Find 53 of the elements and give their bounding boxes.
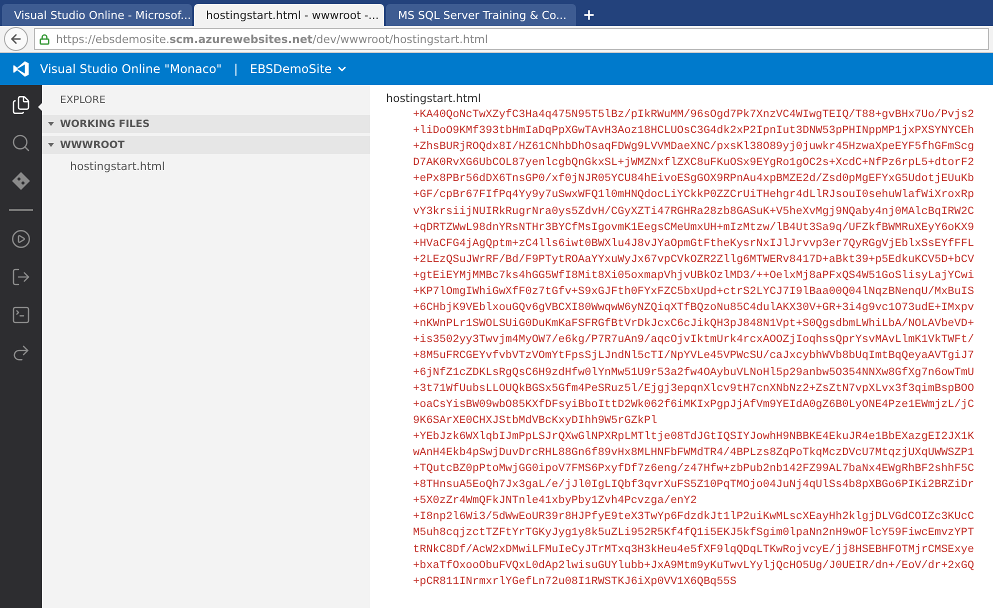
code-line: +3t71WfUubsLLOUQkBGSx5Gfm4PeSRuz5l/Ejgj3epqnXlcv9tH7cnXNbNz2+ZsZtN7vpXLvx3f3qimBspBOO	[413, 382, 976, 397]
sidebar-title: EXPLORE	[59, 95, 107, 108]
terminal-icon[interactable]	[11, 305, 31, 325]
address-field[interactable]: https://ebsdemosite.scm.azurewebsites.net/dev/wwwroot/hostingstart.html	[34, 28, 989, 50]
code-line: +gtEiEYMjMMBc7ks4hGG5WfI8Mit8Xi05oxmapVhjvUBkOzlMD3/++OelxMj8aPFxQS4W51GoSlisyLajYCwi	[413, 268, 976, 284]
code-line: tRNkC8Df/AcW2xDMwiLFMuIeCyJTrMTxq3H3kHeu4e5fXF9lqQDqLTKwRojvcyE/jj8HSEBHFOTMjrCMSExye	[413, 542, 976, 558]
plus-icon	[582, 8, 596, 22]
redo-icon[interactable]	[11, 343, 31, 363]
editor-title: hostingstart.html	[385, 91, 482, 107]
code-line: +YEbJzk6WXlqbIJmPpLSJrQXwGlNPXRpLMTltje08TdJGtIQSIYJowhH9NBBKE4EkuJR4e1BbEXazgEI2JX1K	[413, 430, 976, 445]
code-line: +TQutcBZ0pPtoMwjGG0ipoV7FMS6PxyfDf7z6eng/z47Hfw+zbPub2nb142FZ99AL7baNx4EWgRhBF2shhF5C	[413, 462, 976, 478]
code-line: vY3krsiijNUIRkRugrNra0ys5ZdvH/CGyXZTi47RGHRa28zb8GASuK+V5heXvMgj9NQaby4nj0MAlcBqIRW2C	[413, 204, 976, 220]
code-line: +qDRTZWwL98dnYRsNTHr3BYCfMsIgovmK1EegsCMeUmxUH+mIzMtzw/lB4Ut3Sa9q/UFZkfBWMRuXEyY6oKX9	[413, 220, 976, 236]
code-line: +GF/cpBr67FIfPq4Yy9y7uSwxWFQ1l0mHNQdocLiYCkkP0ZZCrUiTHehgr4dLlRJsouI0sehuWlafWiXroxRp	[413, 188, 976, 204]
code-line: +ePx8PBr56dDX6TnsGP0/xf0jNJR05YCU84hEivoESgGOX9RPnAu4xpBMZE2d/Zsd0pMgEFYxG5UdotjEUuKb	[413, 172, 976, 188]
code-line: wAnH4Ekb4pSwjDuvDrcRHL88Gn6f89vHx8MLHNFbFWMdTR4/4BPLzs8ZqPoTkqMczDVcU7MtqzjUXqUWWSZP1	[413, 446, 976, 461]
header-separator: |	[234, 62, 238, 76]
code-line: +oaCsYisBW09wbO85KXfDFsyiBboIttD2Wk062f6iMKIxPgpJjAfVm9YEIdA0gZ6B0LyONE4Pze1EWmjzL/jC	[413, 398, 976, 413]
browser-tab[interactable]: hostingstart.html - wwwroot -...	[194, 4, 384, 26]
browser-tab[interactable]: Visual Studio Online - Microsof...	[2, 4, 192, 26]
code-line: +6jNfZ1cZDKLsRgQsC6H9zdHfw0lYnMw51U9r53a2fw4OAybuVLNoHl5p29anbw5O354NNXw8GfXg7n6owTmU	[413, 366, 976, 380]
code-line: +6CHbjK9VEblxouGQv6gVBCXI80WwqwW6yNZQiqXTfBQzoNu85C4dulAKX30V+GR+3i4g9vc1O73udE+IMxpv	[413, 301, 976, 316]
browser-tab[interactable]: MS SQL Server Training & Co...	[386, 4, 576, 26]
section-header[interactable]: WORKING FILES	[42, 115, 370, 133]
play-circle-icon[interactable]	[11, 229, 31, 249]
code-line: +8THnsuA5EoQh7Jx3gaL/e/jJl0IgLIQbf3qvrXuFS5Z10PqTMOjo04JuNj4qUlSs4b8pXBGo6PIKi2BRZiDr	[413, 478, 976, 494]
code-line: +ZhsBURjROQdx8I/HZ61CNhbDhOsaqFDWg9LVVMDaeXNC/pxsKl38O89yj0juwkr45HzwaXpeEYF5fhGFmScg	[413, 140, 976, 156]
code-line: +KA40QoNcTwXZyfC3Ha4q475N95T5lBz/pIkRWuMM/96sOgd7Pk7XnzVC4WIwgTEIQ/T88+gvBHx7Uo/Pvjs2	[413, 108, 976, 123]
search-icon[interactable]	[11, 133, 31, 153]
url-text: https://ebsdemosite.scm.azurewebsites.net/dev/wwwroot/hostingstart.html	[56, 32, 488, 46]
code-line: +KP7lOmgIWhiGwXfF0z7tGfv+S9xGJFth0FYxFZC5bxUpd+ctrS2LYCJ7I9lBaa00Q04lNqzBNenqU/MxBuIS	[413, 285, 976, 300]
lock-icon	[39, 34, 50, 44]
code-line: +8M5uFRCGEYvfvbVTzVOmYtFpsSjLJndNl5cTI/NpYVLe45VPWcSU/caJxcybhWVb8bUqImtBqQeyaAVTgiJ7	[413, 349, 976, 364]
files-icon[interactable]	[11, 95, 31, 115]
code-line: M5uh8cqjzctTZFtYrTGKyJyg1y8k5uZLi952R5Kf4fQ1i5EKJ5kfSgim0lpaNn2nH9wOFlcY59FiwcEmvzYPT	[413, 526, 976, 542]
section-header[interactable]: WWWROOT	[42, 136, 370, 154]
code-line: +2LEzQSuJWrRF/Bd/F9PTytROAaYYxuWyJx67vpCVkOZR2Zllg6MTWERv8417D+aBkt39+p5EdkuKCV5D+bCV	[413, 252, 976, 268]
site-menu[interactable]: EBSDemoSite	[250, 62, 332, 76]
back-button[interactable]	[4, 27, 28, 51]
code-line: +liDoO9KMf393tbHmIaDqPpXGwTAvH3Aoz18HCLUOsC3G4dk2xP2IpnIut3DNW53pPHINppMP1jxPXSYNYCEh	[413, 124, 976, 140]
code-line: +5X0zZr4WmQFkJNTnle41xbyPby1Zvh4Pcvzga/enY2	[413, 494, 698, 510]
app-title: Visual Studio Online "Monaco"	[40, 62, 222, 76]
code-line: +nKWnPLr1SWOLSUiG0DuKmKaFSFRGfBtVrDkJcxC6cJikQH3pJ848N1Vpt+S0QgsdbmLWhiLbA/NOLAVbeVD+	[413, 317, 976, 332]
file-item[interactable]: hostingstart.html	[42, 154, 370, 173]
code-line: D7AK0RvXG6UbCOL87yenlcgbQnGkxSL+jWMZNxflZXC8uFKuOSx9EYgRo1gOC2s+XcdC+NfPz6rpL5+dtorF2	[413, 156, 976, 172]
code-line: +HVaCFG4jAgQptm+zC4lls6iwt0BWXlu4J8vJYaOpmGtFtheKysrNxIJlJrvvp3er7QyRGgVjEblxSsEYfFFL	[413, 236, 976, 252]
git-icon[interactable]	[11, 171, 31, 191]
code-line: +bxaTfOxooObuFVQxL0dAp2lwisuGUYlubb+JxA9Mtm9yKuTwvLYyljQcHO5Ug/J0UEIR/dn+/EoV/dr+2xGQ	[413, 558, 976, 574]
code-line: 9K6SArXE0CHXJStbMdVBcKxyDIhh9W5rGZkPl	[413, 414, 658, 429]
code-line: +I8np2l6Wi3/5dWwEoUR39r8HJPfyE9teX3TwYp6FdzdkJt1lP2uiKwMLscXEayHh2klgjDLVGdCOIZc3KUcC	[413, 510, 976, 526]
vs-logo-icon	[12, 60, 30, 78]
code-line: +is3502yy3Twvjm4MyOW7/e6kg/P7R7uAn9/aqcOjvIktmUrk4rcxAOOZjIoqhssQprYsvMAvLlmK1VkTWFt/	[413, 333, 976, 348]
code-line: +pCR811INrmxrlYGefLn72u08I1RWSTKJ6iXp0VV1X6QBq55S	[413, 574, 738, 590]
